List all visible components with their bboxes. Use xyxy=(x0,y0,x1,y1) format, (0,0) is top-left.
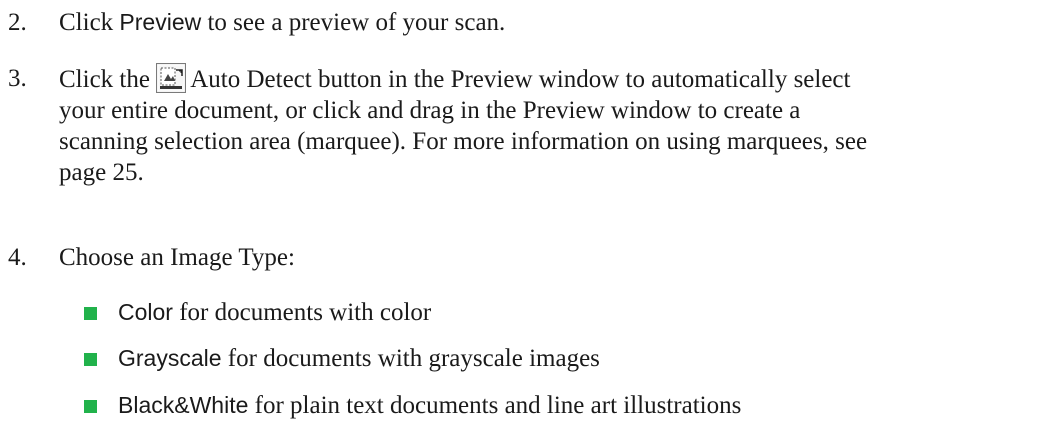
step-text: Choose an Image Type: xyxy=(59,244,295,271)
bullet-text: Color for documents with color xyxy=(118,297,431,328)
bullet-square-icon xyxy=(84,307,97,320)
step-number: 3. xyxy=(8,65,27,92)
step-text-before: Click xyxy=(59,9,120,36)
bullet-term: Black&White xyxy=(118,392,249,418)
step-line-4: page 25. xyxy=(59,159,144,186)
bullet-text: Black&White for plain text documents and… xyxy=(118,390,741,421)
step-number: 4. xyxy=(8,244,27,271)
bullet-square-icon xyxy=(84,400,97,413)
instruction-page: 2. Click Preview to see a preview of you… xyxy=(0,0,1060,431)
step-text-after: to see a preview of your scan. xyxy=(201,9,506,36)
preview-term: Preview xyxy=(119,9,202,35)
bullet-term: Grayscale xyxy=(118,345,222,371)
auto-detect-icon xyxy=(156,63,187,93)
step-number: 2. xyxy=(8,9,27,36)
step-line: Auto Detect button in the Preview window… xyxy=(190,66,851,93)
step-text: Click Preview to see a preview of your s… xyxy=(59,7,1049,38)
bullet-square-icon xyxy=(84,353,97,366)
step-text-before: Click the xyxy=(59,66,157,93)
step-line-3: scanning selection area (marquee). For m… xyxy=(59,128,868,155)
step-line-1: Click the Auto Detect button in the Prev… xyxy=(59,63,1049,95)
bullet-desc: for plain text documents and line art il… xyxy=(248,392,742,419)
bullet-term: Color xyxy=(118,299,173,325)
bullet-desc: for documents with grayscale images xyxy=(221,345,600,372)
bullet-desc: for documents with color xyxy=(172,299,432,326)
step-text: Click the Auto Detect button in the Prev… xyxy=(59,63,1049,188)
bullet-text: Grayscale for documents with grayscale i… xyxy=(118,343,600,374)
step-line-2: your entire document, or click and drag … xyxy=(59,97,801,124)
